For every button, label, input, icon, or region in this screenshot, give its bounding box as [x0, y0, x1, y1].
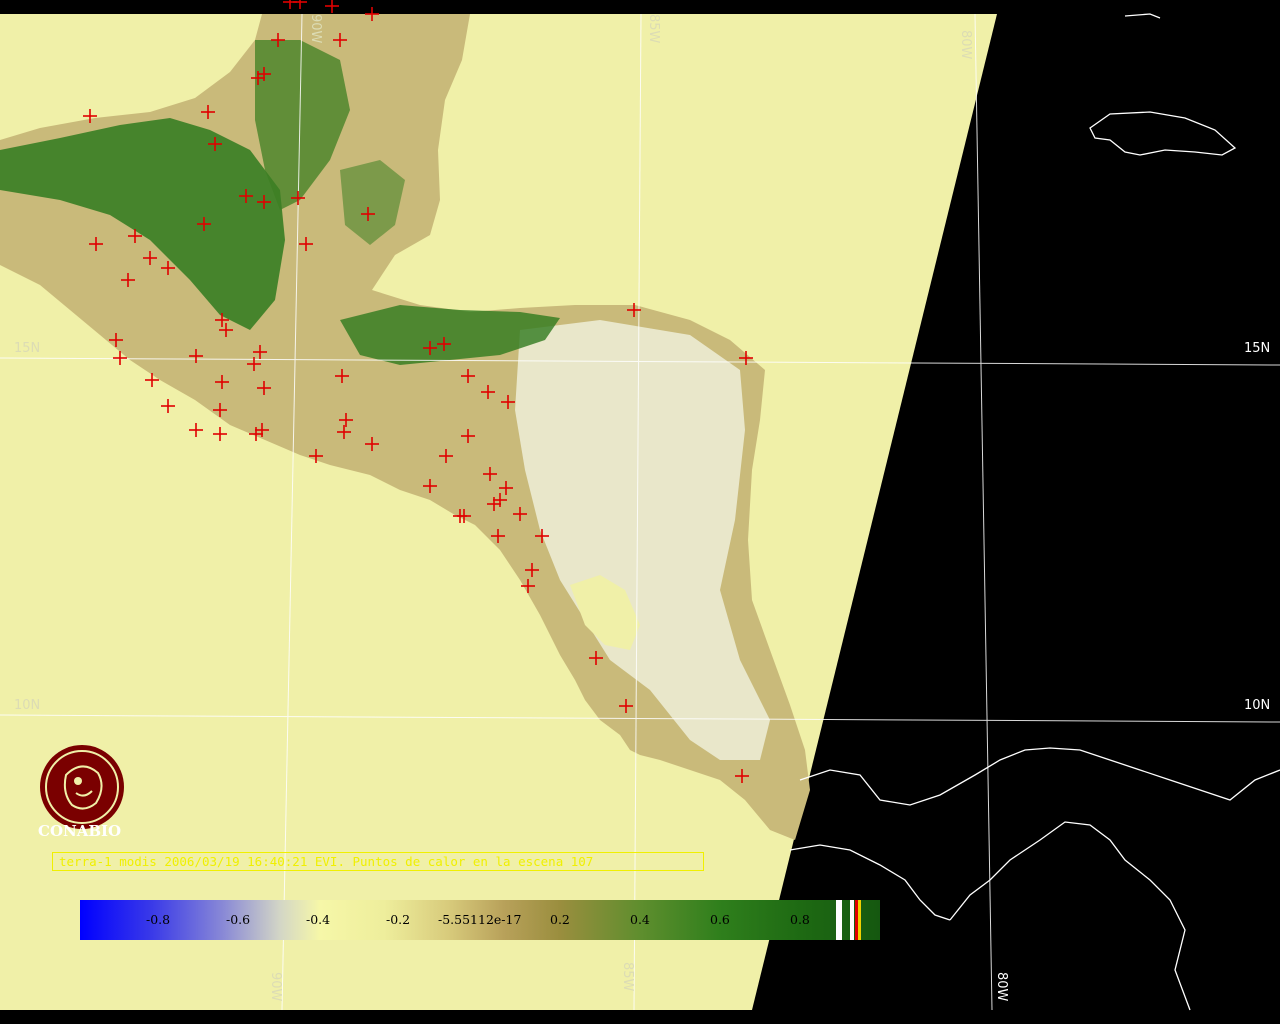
scene-caption: terra-1 modis 2006/03/19 16:40:21 EVI. P… — [52, 852, 704, 871]
lat-label-15n-right: 15N — [1244, 341, 1271, 356]
map-viewer: 15N 15N 10N 10N 90W 85W 80W 90W 85W 80W … — [0, 0, 1280, 1024]
colorbar-band-white — [850, 900, 854, 940]
colombia-outline — [949, 821, 1191, 1011]
colorbar-tick: -0.4 — [306, 912, 331, 927]
colorbar-band-yellow — [858, 900, 861, 940]
colorbar-tick: -5.55112e-17 — [438, 912, 522, 927]
lon-label-85w-top: 85W — [646, 14, 661, 44]
lat-label-15n-left: 15N — [14, 341, 41, 356]
conabio-logo-text: CONABIO — [38, 822, 122, 840]
colorbar-tick: -0.2 — [386, 912, 411, 927]
hotspot-marker — [293, 0, 307, 9]
hotspot-marker — [325, 0, 339, 13]
jamaica-outline — [1089, 111, 1237, 156]
cuba-fragment — [1124, 13, 1161, 19]
lon-label-80w-top: 80W — [958, 30, 973, 60]
colorbar-band-white — [836, 900, 842, 940]
lon-label-85w-bottom: 85W — [620, 962, 635, 992]
colorbar-tick: 0.8 — [790, 912, 810, 927]
lon-label-90w-bottom: 90W — [268, 972, 283, 1002]
panama-colombia-outline — [799, 747, 1280, 806]
lon-label-80w-bottom: 80W — [994, 972, 1009, 1002]
lat-label-10n-left: 10N — [14, 698, 41, 713]
colorbar-tick: 0.2 — [550, 912, 570, 927]
colorbar-tick: -0.8 — [146, 912, 171, 927]
lon-line-80w — [974, 13, 993, 1011]
colorbar-tick: 0.6 — [710, 912, 730, 927]
colorbar-tick: 0.4 — [630, 912, 650, 927]
lon-label-90w-top: 90W — [308, 14, 323, 44]
colorbar-tick: -0.6 — [226, 912, 251, 927]
lat-label-10n-right: 10N — [1244, 698, 1271, 713]
evi-colorbar: -0.8 -0.6 -0.4 -0.2 -5.55112e-17 0.2 0.4… — [80, 900, 880, 940]
